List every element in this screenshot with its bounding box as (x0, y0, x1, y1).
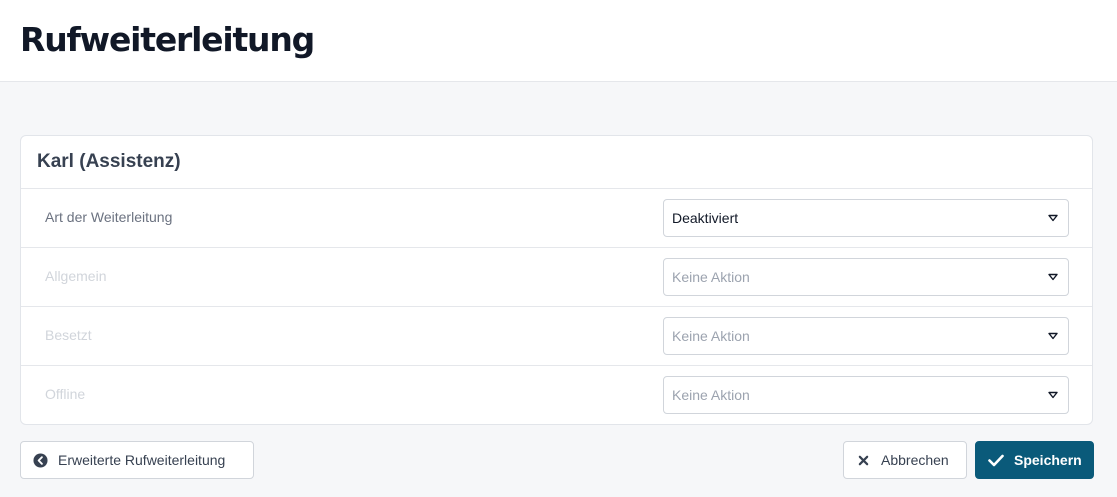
cancel-label: Abbrechen (881, 452, 949, 468)
row-label: Allgemein (45, 268, 107, 284)
page-header: Rufweiterleitung (0, 0, 1117, 82)
caret-down-icon (1048, 273, 1058, 281)
check-icon (988, 454, 1004, 467)
caret-down-icon (1048, 332, 1058, 340)
row-general: Allgemein Keine Aktion (21, 247, 1092, 306)
row-label: Besetzt (45, 327, 92, 343)
save-label: Speichern (1014, 452, 1082, 468)
forwarding-type-select[interactable]: Deaktiviert (663, 199, 1069, 237)
advanced-forwarding-button[interactable]: Erweiterte Rufweiterleitung (20, 441, 254, 479)
select-value: Keine Aktion (672, 328, 750, 344)
cancel-button[interactable]: Abbrechen (843, 441, 967, 479)
page-title: Rufweiterleitung (20, 20, 315, 59)
card-title: Karl (Assistenz) (37, 151, 181, 172)
close-icon (858, 455, 869, 466)
row-busy: Besetzt Keine Aktion (21, 306, 1092, 365)
forwarding-card: Karl (Assistenz) Art der Weiterleitung D… (20, 135, 1093, 425)
select-value: Keine Aktion (672, 269, 750, 285)
row-label: Art der Weiterleitung (45, 209, 173, 225)
caret-down-icon (1048, 391, 1058, 399)
offline-action-select[interactable]: Keine Aktion (663, 376, 1069, 414)
row-label: Offline (45, 386, 86, 402)
busy-action-select[interactable]: Keine Aktion (663, 317, 1069, 355)
advanced-forwarding-label: Erweiterte Rufweiterleitung (58, 452, 226, 468)
caret-down-icon (1048, 214, 1058, 222)
row-offline: Offline Keine Aktion (21, 365, 1092, 424)
row-forwarding-type: Art der Weiterleitung Deaktiviert (21, 188, 1092, 247)
save-button[interactable]: Speichern (975, 441, 1094, 479)
general-action-select[interactable]: Keine Aktion (663, 258, 1069, 296)
select-value: Deaktiviert (672, 210, 739, 226)
arrow-left-circle-icon (33, 452, 48, 468)
select-value: Keine Aktion (672, 387, 750, 403)
